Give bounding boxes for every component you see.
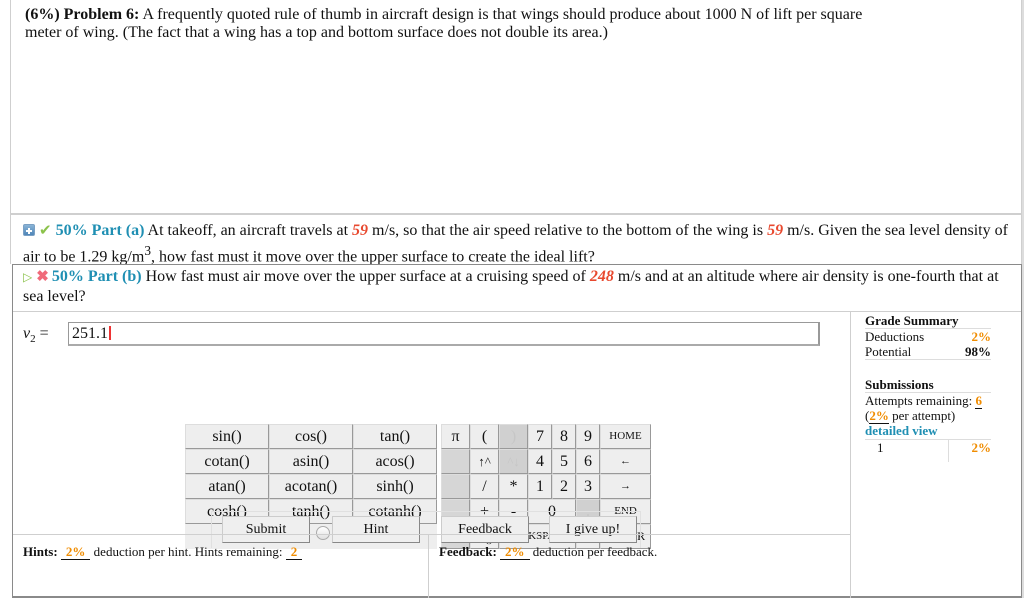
key-divide[interactable]: / <box>470 474 499 499</box>
key-4[interactable]: 4 <box>528 449 552 474</box>
grade-summary: Grade Summary Deductions 2% Potential 98% … <box>865 313 991 462</box>
problem-text-line1: A frequently quoted rule of thumb in air… <box>139 6 863 23</box>
key-asin[interactable]: asin() <box>269 449 353 474</box>
key-tan[interactable]: tan() <box>353 424 437 449</box>
key-close-paren[interactable]: ) <box>499 424 528 449</box>
problem-text: (6%) Problem 6: A frequently quoted rule… <box>25 6 1005 42</box>
answer-variable-label: v2 = <box>23 325 49 346</box>
key-down-caret[interactable]: ^↓ <box>499 449 528 474</box>
key-cotan[interactable]: cotan() <box>185 449 269 474</box>
key-3[interactable]: 3 <box>576 474 600 499</box>
problem-weight: (6%) <box>25 6 60 23</box>
hints-label: Hints: <box>23 544 58 559</box>
play-icon: ▷ <box>23 270 33 284</box>
potential-value: 98% <box>965 344 991 359</box>
key-acotan[interactable]: acotan() <box>269 474 353 499</box>
key-8[interactable]: 8 <box>552 424 576 449</box>
answer-input[interactable]: 251.1 <box>68 322 820 346</box>
feedback-deduction: 2% <box>500 544 530 560</box>
problem-title: Problem 6: <box>63 6 140 23</box>
part-a-speed-2: 59 <box>767 222 784 239</box>
detailed-view-link[interactable]: detailed view <box>865 423 991 438</box>
expand-icon[interactable] <box>23 224 35 236</box>
deductions-value: 2% <box>971 329 992 344</box>
key-7[interactable]: 7 <box>528 424 552 449</box>
incorrect-icon: ✖ <box>36 269 49 285</box>
key-pi[interactable]: π <box>441 424 470 449</box>
submission-history-row: 1 2% <box>865 439 991 462</box>
part-a: ✔ 50% Part (a) At takeoff, an aircraft tr… <box>10 214 1022 265</box>
attempt-deduction: 2% <box>971 440 992 455</box>
key-blank <box>441 474 470 499</box>
part-b-speed: 248 <box>589 268 614 285</box>
key-acos[interactable]: acos() <box>353 449 437 474</box>
key-1[interactable]: 1 <box>528 474 552 499</box>
feedback-label: Feedback: <box>439 544 497 559</box>
part-b: ▷ ✖ 50% Part (b) How fast must air move ov… <box>12 264 1022 598</box>
part-b-label: 50% Part (b) <box>51 268 142 285</box>
hints-remaining: 2 <box>285 544 303 560</box>
hint-deduction: 2% <box>60 544 91 560</box>
text-cursor <box>109 326 111 340</box>
key-9[interactable]: 9 <box>576 424 600 449</box>
problem-text-line2: meter of wing. (The fact that a wing has… <box>25 24 608 41</box>
key-right-arrow[interactable]: → <box>600 474 651 499</box>
part-a-speed-1: 59 <box>352 222 369 239</box>
key-up-caret[interactable]: ↑^ <box>470 449 499 474</box>
problem-statement: (6%) Problem 6: A frequently quoted rule… <box>10 0 1022 214</box>
key-sinh[interactable]: sinh() <box>353 474 437 499</box>
key-sin[interactable]: sin() <box>185 424 269 449</box>
key-5[interactable]: 5 <box>552 449 576 474</box>
key-home[interactable]: HOME <box>600 424 651 449</box>
key-atan[interactable]: atan() <box>185 474 269 499</box>
key-cos[interactable]: cos() <box>269 424 353 449</box>
key-2[interactable]: 2 <box>552 474 576 499</box>
check-icon: ✔ <box>39 223 52 239</box>
key-left-arrow[interactable]: ← <box>600 449 651 474</box>
key-6[interactable]: 6 <box>576 449 600 474</box>
per-attempt-deduction: 2% <box>869 408 889 424</box>
part-a-label: 50% Part (a) <box>55 222 145 239</box>
submissions-title: Submissions <box>865 377 991 393</box>
answer-area: v2 = 251.1 sin() cos() tan() cotan() asi… <box>13 312 851 549</box>
attempts-remaining: 6 <box>975 393 982 409</box>
hints-feedback-row: Hints: 2% deduction per hint. Hints rema… <box>13 534 851 598</box>
attempt-number: 1 <box>865 440 949 462</box>
grade-summary-title: Grade Summary <box>865 313 991 329</box>
key-multiply[interactable]: * <box>499 474 528 499</box>
key-open-paren[interactable]: ( <box>470 424 499 449</box>
hints-panel: Hints: 2% deduction per hint. Hints rema… <box>13 535 429 598</box>
key-blank <box>441 449 470 474</box>
feedback-panel: Feedback: 2% deduction per feedback. <box>439 544 658 560</box>
